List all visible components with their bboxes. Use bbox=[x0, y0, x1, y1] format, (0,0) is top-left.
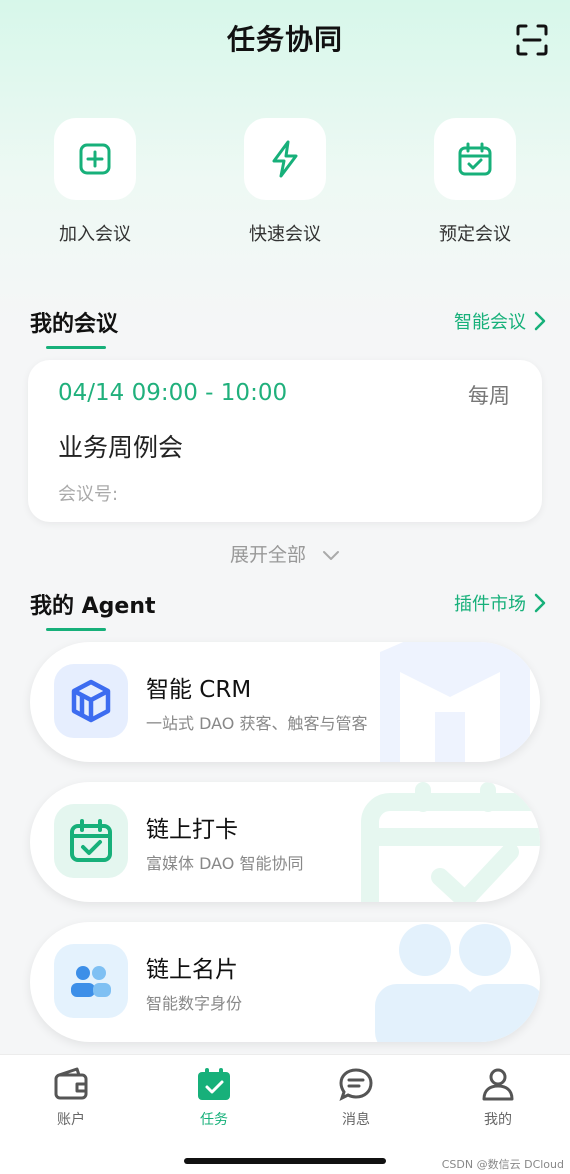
schedule-meeting-button[interactable]: 预定会议 bbox=[415, 118, 535, 246]
header: 任务协同 bbox=[0, 0, 570, 80]
chevron-right-icon bbox=[534, 593, 546, 613]
scan-icon[interactable] bbox=[516, 24, 548, 56]
wallet-icon bbox=[54, 1067, 88, 1100]
chat-icon bbox=[339, 1068, 373, 1101]
tab-messages[interactable]: 消息 bbox=[316, 1067, 396, 1129]
expand-all-button[interactable]: 展开全部 bbox=[0, 540, 570, 567]
agent-desc: 智能数字身份 bbox=[146, 994, 243, 1013]
tab-tasks[interactable]: 任务 bbox=[174, 1067, 254, 1129]
agent-name: 智能 CRM bbox=[146, 677, 252, 703]
tab-label: 我的 bbox=[484, 1112, 512, 1128]
quick-meeting-button[interactable]: 快速会议 bbox=[225, 118, 345, 246]
my-agents-header: 我的 Agent 插件市场 bbox=[30, 588, 546, 631]
my-meetings-header: 我的会议 智能会议 bbox=[30, 306, 546, 349]
agent-card-checkin[interactable]: 链上打卡 富媒体 DAO 智能协同 bbox=[30, 782, 540, 902]
watermark-text: CSDN @数信云 DCloud bbox=[441, 1158, 564, 1171]
home-indicator bbox=[184, 1158, 386, 1164]
agent-name: 链上名片 bbox=[146, 957, 238, 983]
smart-meeting-label: 智能会议 bbox=[454, 312, 526, 333]
tab-mine[interactable]: 我的 bbox=[458, 1067, 538, 1129]
chevron-down-icon bbox=[323, 550, 340, 560]
calendar-check-icon bbox=[198, 1068, 230, 1100]
calendar-check-icon bbox=[54, 804, 128, 878]
meeting-name: 业务周例会 bbox=[58, 433, 184, 462]
tab-account[interactable]: 账户 bbox=[31, 1067, 111, 1129]
meeting-card[interactable]: 04/14 09:00 - 10:00 每周 业务周例会 会议号: bbox=[28, 360, 542, 522]
meeting-id-label: 会议号: bbox=[58, 484, 119, 505]
user-icon bbox=[482, 1068, 514, 1101]
join-meeting-label: 加入会议 bbox=[59, 224, 131, 245]
plugin-market-label: 插件市场 bbox=[454, 594, 526, 615]
plugin-market-link[interactable]: 插件市场 bbox=[454, 590, 546, 616]
page-title: 任务协同 bbox=[226, 23, 343, 56]
people-watermark-icon bbox=[375, 924, 540, 1042]
meeting-repeat: 每周 bbox=[468, 384, 510, 408]
people-icon bbox=[54, 944, 128, 1018]
agent-card-namecard[interactable]: 链上名片 智能数字身份 bbox=[30, 922, 540, 1042]
smart-meeting-link[interactable]: 智能会议 bbox=[454, 308, 546, 334]
calendar-watermark-icon bbox=[361, 782, 540, 902]
join-meeting-button[interactable]: 加入会议 bbox=[35, 118, 155, 246]
agent-desc: 一站式 DAO 获客、触客与管客 bbox=[146, 714, 368, 733]
calendar-check-icon bbox=[434, 118, 516, 200]
agent-card-crm[interactable]: 智能 CRM 一站式 DAO 获客、触客与管客 bbox=[30, 642, 540, 762]
tab-label: 账户 bbox=[57, 1112, 85, 1128]
tab-label: 任务 bbox=[200, 1112, 228, 1128]
schedule-meeting-label: 预定会议 bbox=[439, 224, 511, 245]
cube-icon bbox=[54, 664, 128, 738]
add-square-icon bbox=[54, 118, 136, 200]
cube-watermark-icon bbox=[380, 642, 530, 762]
chevron-right-icon bbox=[534, 311, 546, 331]
agent-desc: 富媒体 DAO 智能协同 bbox=[146, 854, 304, 873]
agent-name: 链上打卡 bbox=[146, 817, 238, 843]
meeting-time: 04/14 09:00 - 10:00 bbox=[58, 380, 288, 406]
expand-all-label: 展开全部 bbox=[229, 544, 306, 566]
title-underline bbox=[46, 628, 106, 631]
quick-actions: 加入会议 快速会议 预定会议 bbox=[0, 118, 570, 248]
tab-label: 消息 bbox=[342, 1112, 370, 1128]
quick-meeting-label: 快速会议 bbox=[249, 224, 321, 245]
title-underline bbox=[46, 346, 106, 349]
lightning-icon bbox=[244, 118, 326, 200]
